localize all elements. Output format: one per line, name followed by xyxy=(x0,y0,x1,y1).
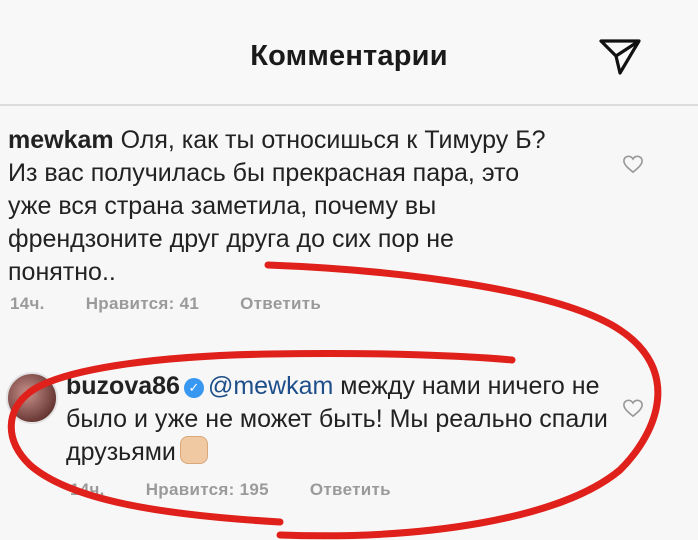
comment-username[interactable]: mewkam xyxy=(8,126,114,154)
reply-button[interactable]: Ответить xyxy=(310,480,391,499)
avatar[interactable] xyxy=(6,372,58,424)
raised-fist-emoji xyxy=(179,436,208,464)
paper-plane-icon[interactable] xyxy=(598,36,642,76)
comment-time: 14ч. xyxy=(70,480,105,499)
comment-text-block: mewkam Оля, как ты относишься к Тимуру Б… xyxy=(8,124,568,289)
likes-count[interactable]: Нравится: 41 xyxy=(86,294,199,313)
heart-outline-icon[interactable] xyxy=(622,154,644,174)
likes-count[interactable]: Нравится: 195 xyxy=(146,480,269,499)
comment-meta: 14ч. Нравится: 195 Ответить xyxy=(70,480,427,500)
verified-badge-icon: ✓ xyxy=(183,378,204,398)
comment-text-block: buzova86 ✓ @mewkam между нами ничего не бы… xyxy=(66,370,626,469)
comments-header: Комментарии xyxy=(0,0,698,106)
comment-meta: 14ч. Нравится: 41 Ответить xyxy=(10,294,357,314)
heart-outline-icon[interactable] xyxy=(622,398,644,418)
mention-link[interactable]: @mewkam xyxy=(208,372,333,400)
page-title: Комментарии xyxy=(250,40,448,72)
reply-button[interactable]: Ответить xyxy=(240,294,321,313)
comment-username[interactable]: buzova86 xyxy=(66,372,180,400)
comment-time: 14ч. xyxy=(10,294,45,313)
